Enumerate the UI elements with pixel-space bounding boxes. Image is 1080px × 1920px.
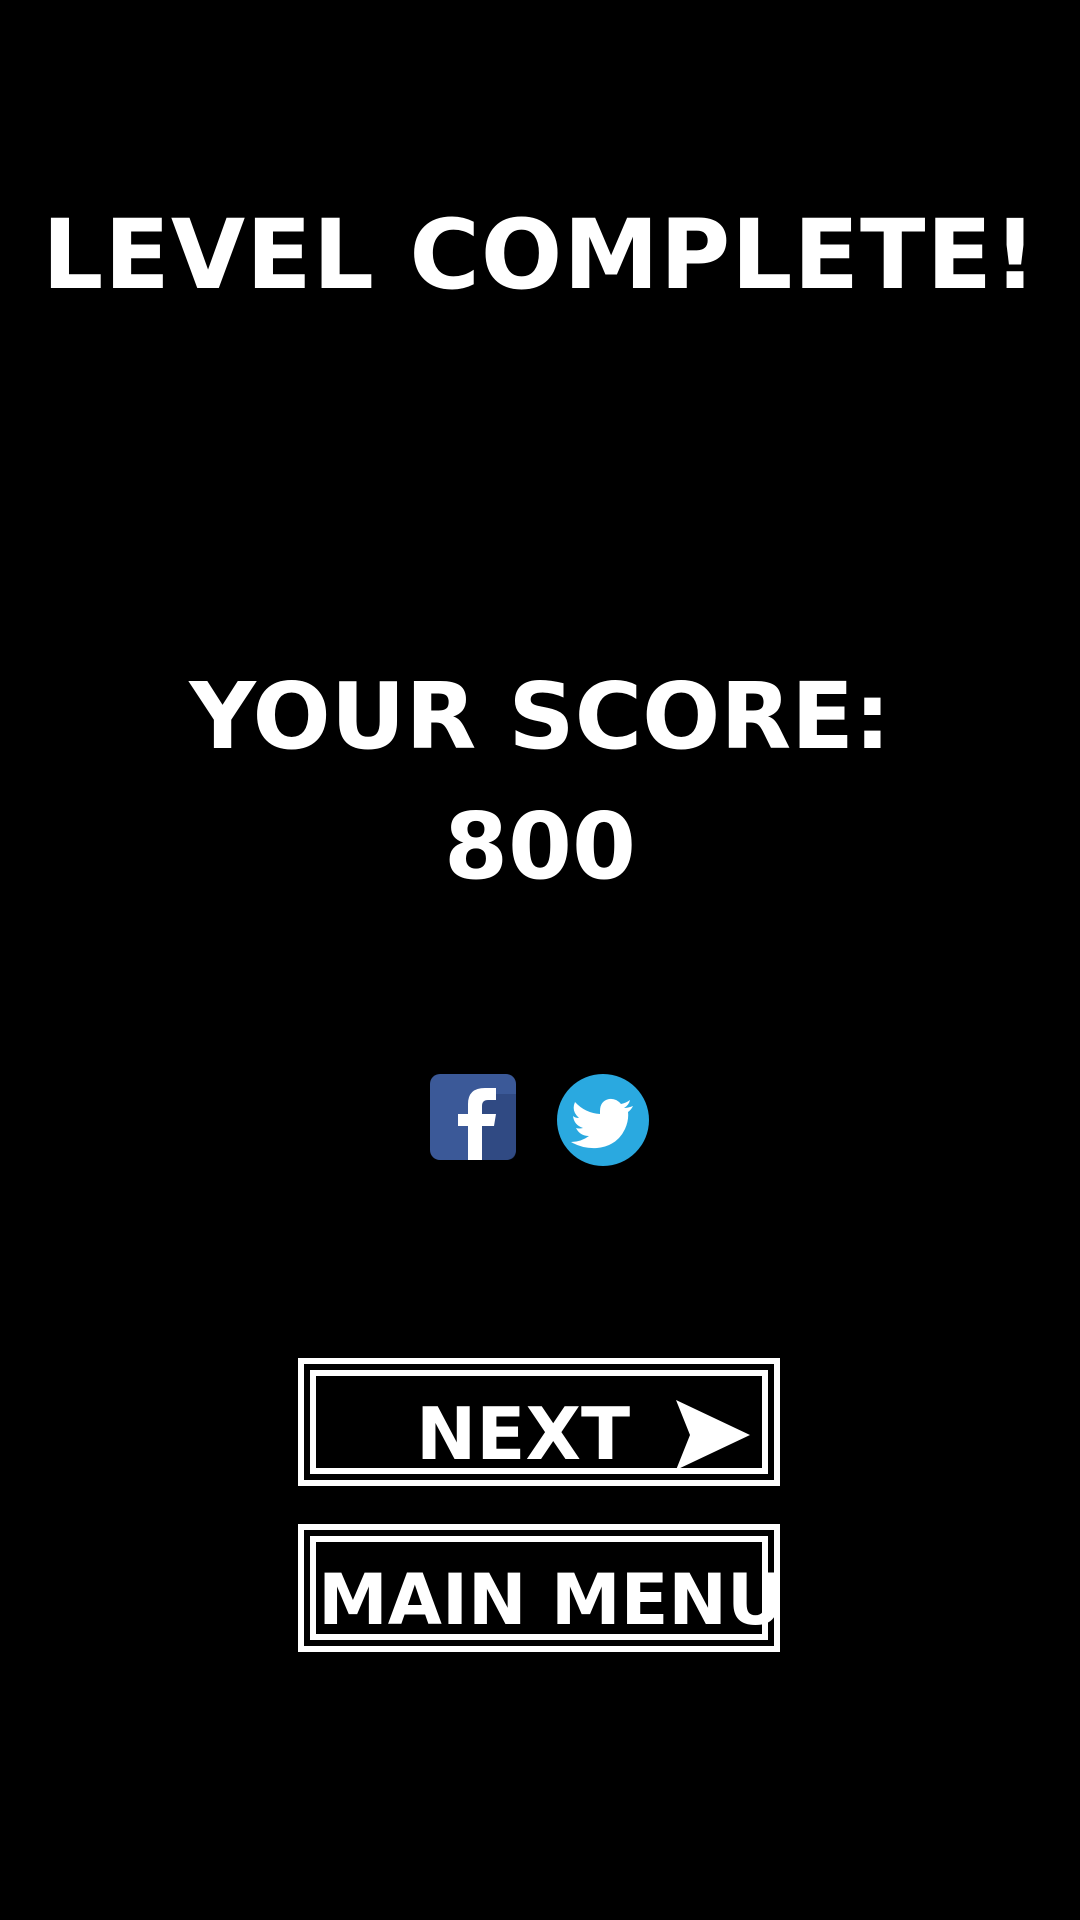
score-value: 800 bbox=[443, 793, 637, 900]
twitter-icon[interactable] bbox=[557, 1074, 649, 1166]
main-menu-button-frame: MAIN MENU bbox=[310, 1536, 784, 1641]
next-button-label: NEXT bbox=[416, 1392, 631, 1476]
page-title: LEVEL COMPLETE! bbox=[42, 199, 1038, 311]
level-complete-screen: LEVEL COMPLETE! YOUR SCORE: 800 NEXT MAI… bbox=[0, 0, 1080, 1920]
next-button-frame: NEXT bbox=[310, 1370, 768, 1476]
next-button[interactable]: NEXT bbox=[298, 1358, 780, 1486]
main-menu-button-label: MAIN MENU bbox=[318, 1559, 784, 1641]
facebook-icon[interactable] bbox=[430, 1074, 516, 1160]
score-label: YOUR SCORE: bbox=[189, 663, 891, 770]
main-menu-button[interactable]: MAIN MENU bbox=[298, 1524, 784, 1652]
arrow-right-icon bbox=[676, 1400, 750, 1470]
social-share-bar bbox=[0, 1074, 1080, 1166]
